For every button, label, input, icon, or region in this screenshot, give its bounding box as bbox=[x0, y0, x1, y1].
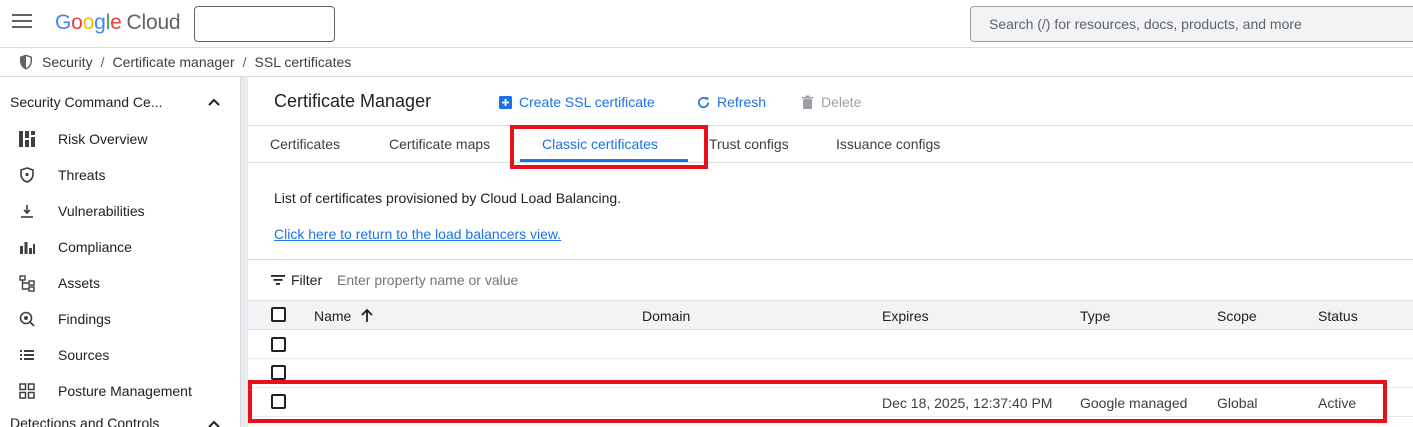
table-header: Name Domain Expires Type Scope Status bbox=[248, 300, 1413, 330]
page-description: List of certificates provisioned by Clou… bbox=[274, 190, 622, 206]
trash-icon bbox=[802, 95, 813, 109]
sidebar-scrollbar[interactable] bbox=[240, 77, 248, 427]
table-row[interactable] bbox=[248, 330, 1413, 359]
tab-bar: Certificates Certificate maps Classic ce… bbox=[248, 125, 1413, 163]
search-settings-icon bbox=[19, 311, 35, 327]
page-title: Certificate Manager bbox=[274, 91, 432, 111]
tab-issuance-configs[interactable]: Issuance configs bbox=[836, 136, 940, 152]
row-checkbox[interactable] bbox=[271, 337, 286, 352]
filter-label: Filter bbox=[291, 272, 323, 288]
column-header-expires[interactable]: Expires bbox=[882, 308, 929, 324]
breadcrumb: Security / Certificate manager / SSL cer… bbox=[0, 48, 1413, 77]
tab-trust-configs[interactable]: Trust configs bbox=[709, 136, 789, 152]
tab-certificate-maps[interactable]: Certificate maps bbox=[389, 136, 490, 152]
sidebar-section-detections[interactable]: Detections and Controls bbox=[10, 415, 220, 427]
sidebar: Security Command Ce... Risk Overview Thr… bbox=[0, 77, 240, 427]
filter-input[interactable] bbox=[337, 272, 737, 288]
select-all-checkbox[interactable] bbox=[271, 307, 286, 322]
filter-bar: Filter bbox=[248, 260, 1413, 300]
main-content: Certificate Manager Create SSL certifica… bbox=[248, 77, 1413, 427]
menu-icon[interactable] bbox=[12, 14, 32, 32]
breadcrumb-separator: / bbox=[242, 54, 247, 70]
google-cloud-logo[interactable]: Google Cloud bbox=[55, 11, 181, 35]
breadcrumb-item-ssl-certificates: SSL certificates bbox=[254, 54, 352, 70]
bar-chart-icon bbox=[20, 242, 35, 254]
breadcrumb-item-certificate-manager[interactable]: Certificate manager bbox=[112, 54, 234, 70]
shield-icon bbox=[20, 54, 32, 70]
add-box-icon bbox=[499, 95, 512, 109]
breadcrumb-separator: / bbox=[100, 54, 105, 70]
filter-icon bbox=[271, 275, 285, 285]
sidebar-item-threats[interactable]: Threats bbox=[0, 157, 238, 193]
list-icon bbox=[20, 350, 34, 360]
load-balancers-view-link[interactable]: Click here to return to the load balance… bbox=[274, 226, 561, 242]
project-picker[interactable] bbox=[194, 6, 335, 42]
sort-ascending-icon[interactable] bbox=[360, 308, 374, 323]
breadcrumb-item-security[interactable]: Security bbox=[42, 54, 93, 70]
hierarchy-icon bbox=[19, 275, 35, 292]
create-ssl-certificate-button[interactable]: Create SSL certificate bbox=[498, 94, 655, 110]
sidebar-item-posture-management[interactable]: Posture Management bbox=[0, 373, 238, 409]
sidebar-item-vulnerabilities[interactable]: Vulnerabilities bbox=[0, 193, 238, 229]
dashboard-icon bbox=[19, 131, 35, 147]
sidebar-item-findings[interactable]: Findings bbox=[0, 301, 238, 337]
sidebar-item-sources[interactable]: Sources bbox=[0, 337, 238, 373]
search-input[interactable]: Search (/) for resources, docs, products… bbox=[970, 6, 1413, 42]
top-bar: Google Cloud Search (/) for resources, do… bbox=[0, 0, 1413, 48]
column-header-type[interactable]: Type bbox=[1080, 308, 1110, 324]
sidebar-item-risk-overview[interactable]: Risk Overview bbox=[0, 121, 238, 157]
delete-button[interactable]: Delete bbox=[800, 94, 861, 110]
download-icon bbox=[21, 205, 33, 218]
grid-icon bbox=[19, 383, 35, 399]
search-placeholder: Search (/) for resources, docs, products… bbox=[989, 16, 1302, 32]
sidebar-item-compliance[interactable]: Compliance bbox=[0, 229, 238, 265]
column-header-status[interactable]: Status bbox=[1318, 308, 1358, 324]
refresh-icon bbox=[698, 96, 710, 108]
sidebar-section-header[interactable]: Security Command Ce... bbox=[10, 94, 220, 110]
column-header-domain[interactable]: Domain bbox=[642, 308, 690, 324]
sidebar-item-assets[interactable]: Assets bbox=[0, 265, 238, 301]
chevron-up-icon[interactable] bbox=[208, 420, 220, 427]
chevron-up-icon[interactable] bbox=[208, 98, 220, 106]
tab-highlight-annotation bbox=[510, 125, 708, 169]
tab-certificates[interactable]: Certificates bbox=[270, 136, 340, 152]
column-header-scope[interactable]: Scope bbox=[1217, 308, 1257, 324]
row-highlight-annotation bbox=[248, 380, 1387, 423]
row-checkbox[interactable] bbox=[271, 365, 286, 380]
column-header-name[interactable]: Name bbox=[314, 308, 351, 324]
refresh-button[interactable]: Refresh bbox=[696, 94, 766, 110]
shield-icon bbox=[20, 167, 34, 183]
